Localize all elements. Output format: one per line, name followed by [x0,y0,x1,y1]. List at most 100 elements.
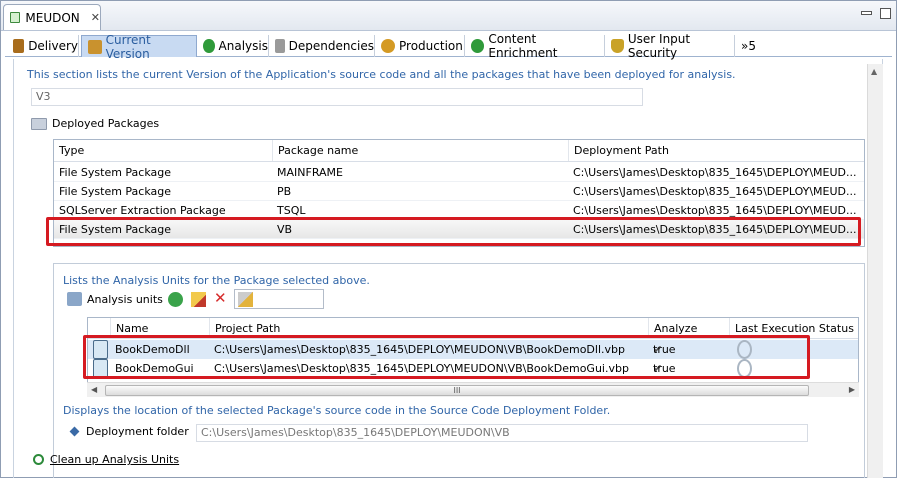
book-icon [67,292,82,306]
deployment-folder-label: Deployment folder [86,425,189,438]
tab-label: Dependencies [288,39,374,53]
column-header-last-execution-status[interactable]: Last Execution Status [729,318,859,338]
scroll-up-icon[interactable]: ▲ [871,67,877,76]
table-row[interactable]: SQLServer Extraction Package TSQL C:\Use… [54,201,864,220]
refresh-icon [737,359,752,378]
vb-project-icon [93,359,108,378]
cleanup-link[interactable]: Clean up Analysis Units [50,453,179,466]
application-icon [10,12,21,23]
cleanup-icon [33,454,44,465]
cleanup-row: Clean up Analysis Units [33,453,179,466]
cell-project-path: C:\Users\James\Desktop\835_1645\DEPLOY\M… [214,362,629,375]
cell-type: File System Package [59,166,172,179]
diamond-icon [69,426,80,437]
cell-last-execution-status [729,340,859,359]
cell-last-execution-status [729,359,859,378]
cell-analyze[interactable]: ✔ true [648,340,729,359]
column-header-type[interactable]: Type [54,140,272,161]
tab-label: Current Version [105,32,151,61]
tab-label: User Input Security [627,32,691,60]
analyze-value: true [653,343,676,356]
edit-icon[interactable] [191,292,206,307]
version-field[interactable]: V3 [31,88,643,106]
tab-overflow-button[interactable]: »5 [735,35,765,57]
table-row-selected[interactable]: File System Package VB C:\Users\James\De… [54,220,864,239]
tab-delivery[interactable]: Delivery [7,35,79,57]
cell-deployment-path: C:\Users\James\Desktop\835_1645\DEPLOY\M… [573,204,857,217]
deployment-description: Displays the location of the selected Pa… [63,404,611,417]
filter-input[interactable] [234,289,324,309]
section-description: This section lists the current Version o… [27,68,736,81]
table-row[interactable]: File System Package PB C:\Users\James\De… [54,182,864,201]
cell-deployment-path: C:\Users\James\Desktop\835_1645\DEPLOY\M… [573,185,857,198]
truck-icon [13,39,25,53]
filter-icon [238,292,253,307]
analysis-units-description: Lists the Analysis Units for the Package… [63,274,370,287]
cell-name: BookDemoGui [115,362,194,375]
column-header-icon [88,318,110,338]
cell-type: File System Package [59,223,172,236]
minimize-button[interactable] [861,11,872,15]
close-icon[interactable]: ✕ [91,11,100,24]
cell-package-name: VB [277,223,293,236]
cell-type: SQLServer Extraction Package [59,204,226,217]
column-header-analyze[interactable]: Analyze [648,318,729,338]
deployment-folder-header: Deployment folder [69,425,189,438]
cell-deployment-path: C:\Users\James\Desktop\835_1645\DEPLOY\M… [573,223,857,236]
cell-analyze[interactable]: ✔ true [648,359,729,378]
tab-label: Analysis [218,39,268,53]
analysis-units-table-header: Name Project Path Analyze Last Execution… [88,318,858,339]
packages-table-header: Type Package name Deployment Path [54,140,864,162]
cell-package-name: TSQL [277,204,306,217]
editor-tab-title: MEUDON [25,10,80,25]
scroll-right-icon[interactable]: ▶ [849,385,855,394]
tab-analysis[interactable]: Analysis [197,35,269,57]
cell-package-name: MAINFRAME [277,166,343,179]
table-row[interactable]: BookDemoDll C:\Users\James\Desktop\835_1… [88,340,858,359]
tab-label: Production [399,39,463,53]
cell-project-path: C:\Users\James\Desktop\835_1645\DEPLOY\M… [214,343,625,356]
column-header-deployment-path[interactable]: Deployment Path [568,140,864,161]
cell-deployment-path: C:\Users\James\Desktop\835_1645\DEPLOY\M… [573,166,857,179]
editor-tab-meudon[interactable]: MEUDON ✕ [3,4,101,30]
cell-name: BookDemoDll [115,343,190,356]
scroll-left-icon[interactable]: ◀ [91,385,97,394]
deployed-packages-header: Deployed Packages [31,117,159,130]
tab-label: Content Enrichment [488,32,558,60]
delete-icon[interactable]: ✕ [214,291,229,306]
packages-table[interactable]: Type Package name Deployment Path File S… [53,139,865,247]
tab-overflow-label: »5 [741,39,756,53]
column-header-name[interactable]: Name [110,318,209,338]
horizontal-scrollbar[interactable]: ◀ III ▶ [87,382,859,397]
tab-current-version[interactable]: Current Version [81,33,197,61]
maximize-button[interactable] [880,8,891,19]
analyze-value: true [653,362,676,375]
column-header-package-name[interactable]: Package name [272,140,568,161]
tab-production[interactable]: Production [375,35,465,57]
analysis-units-label: Analysis units [87,292,163,306]
add-icon[interactable] [168,292,183,307]
link-icon [275,39,285,53]
refresh-icon [203,39,215,53]
editor-window: MEUDON ✕ Delivery Current Version Analys… [0,0,897,478]
deployed-packages-label: Deployed Packages [52,117,160,130]
box-icon [88,39,102,54]
folder-icon [31,117,47,130]
gears-icon [381,39,395,53]
table-row[interactable]: BookDemoGui C:\Users\James\Desktop\835_1… [88,359,858,378]
tab-user-input-security[interactable]: User Input Security [605,32,735,60]
vb-project-icon [93,340,108,359]
tab-label: Delivery [28,39,78,53]
scrollbar-thumb[interactable]: III [105,385,809,396]
cell-package-name: PB [277,185,292,198]
tab-dependencies[interactable]: Dependencies [269,35,375,57]
editor-tab-bar: MEUDON ✕ [1,1,896,31]
table-row[interactable]: File System Package MAINFRAME C:\Users\J… [54,163,864,182]
vertical-scrollbar[interactable]: ▲ [867,64,883,478]
tab-content-enrichment[interactable]: Content Enrichment [465,32,605,60]
analysis-units-header: Analysis units [67,292,163,306]
refresh-icon [737,340,752,359]
column-header-project-path[interactable]: Project Path [209,318,648,338]
deployment-folder-field[interactable]: C:\Users\James\Desktop\835_1645\DEPLOY\M… [196,424,808,442]
shield-icon [611,39,624,53]
